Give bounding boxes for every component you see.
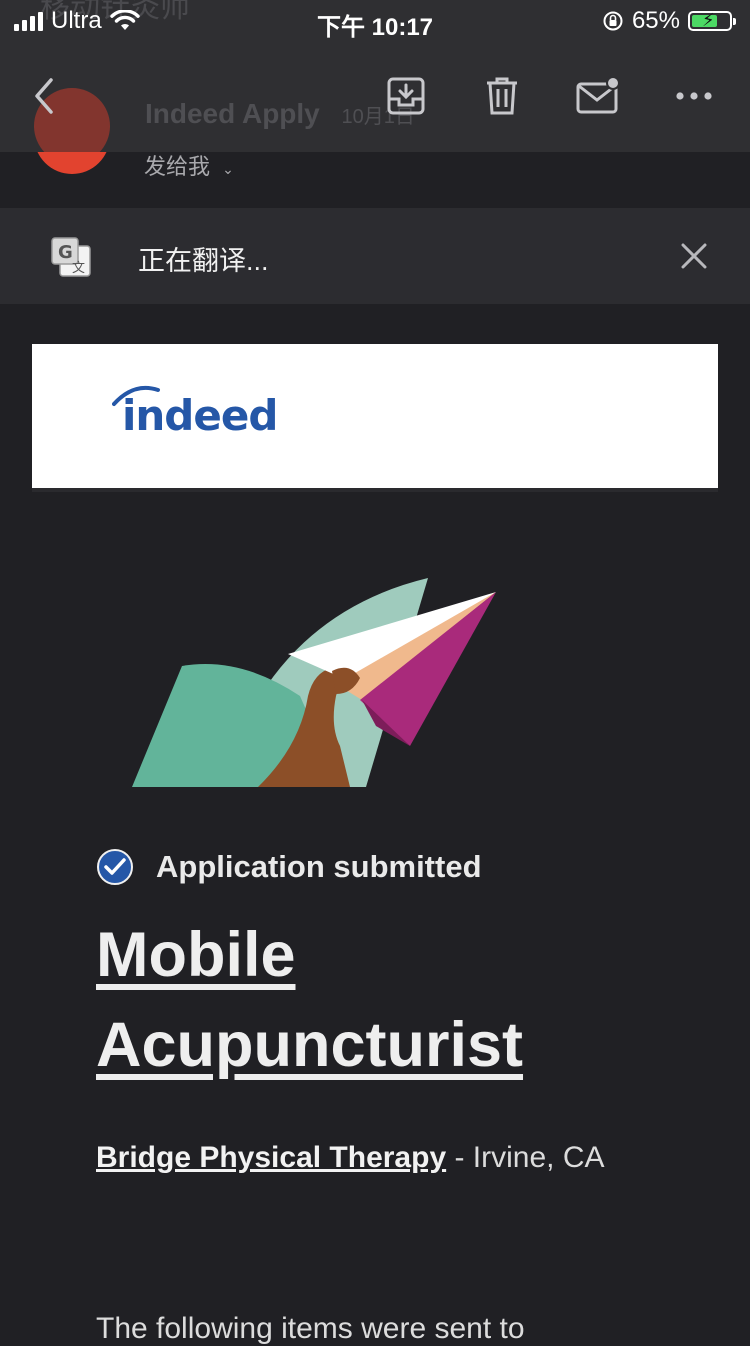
recipient-label: 发给我	[144, 154, 211, 179]
orientation-lock-icon	[603, 11, 623, 31]
back-button[interactable]	[20, 72, 68, 120]
recipient-toggle[interactable]: 发给我 ⌄	[144, 152, 234, 181]
status-label: Application submitted	[156, 849, 482, 884]
sender-avatar[interactable]	[34, 152, 110, 174]
svg-text:G: G	[58, 242, 73, 263]
battery-percent: 65%	[631, 7, 680, 34]
sent-items-text: The following items were sent to	[96, 1312, 525, 1345]
mail-unread-icon	[576, 76, 620, 114]
delete-button[interactable]	[478, 72, 526, 120]
job-title-line1: Mobile	[96, 920, 296, 990]
chevron-left-icon	[35, 78, 53, 114]
translation-bar: G 文 正在翻译...	[0, 208, 750, 304]
paper-plane-illustration	[132, 578, 496, 787]
archive-icon	[387, 77, 425, 115]
trash-icon	[487, 77, 517, 115]
translation-status: 正在翻译...	[138, 246, 269, 276]
close-icon[interactable]	[672, 234, 716, 278]
translate-icon: G 文	[51, 237, 91, 277]
chevron-down-icon: ⌄	[222, 161, 234, 177]
company-link[interactable]: Bridge Physical Therapy	[96, 1141, 446, 1174]
indeed-logo-text: indeed	[122, 391, 277, 440]
indeed-logo: indeed	[112, 385, 278, 440]
more-button[interactable]	[670, 72, 718, 120]
top-bar: Indeed Apply 10月1日 移动针灸师 Ultra 下午 10:17 …	[0, 0, 750, 152]
svg-text:文: 文	[72, 261, 85, 276]
job-location: - Irvine, CA	[446, 1141, 605, 1174]
check-circle-icon	[97, 849, 133, 885]
more-horizontal-icon	[676, 92, 712, 100]
battery-icon: ⚡	[688, 10, 736, 31]
sender-strip: 发给我 ⌄	[0, 152, 750, 208]
status-right: 65% ⚡	[602, 7, 736, 35]
job-title-line2: Acupuncturist	[96, 1010, 524, 1080]
company-location: Bridge Physical Therapy - Irvine, CA	[96, 1134, 656, 1181]
indeed-logo-banner: indeed	[32, 344, 718, 492]
status-bar: Ultra 下午 10:17 65% ⚡	[0, 0, 750, 42]
application-status: Application submitted	[96, 848, 482, 886]
archive-button[interactable]	[382, 72, 430, 120]
mark-unread-button[interactable]	[574, 72, 622, 120]
mail-toolbar	[0, 66, 750, 126]
job-title-link[interactable]: Mobile Acupuncturist	[96, 910, 696, 1090]
